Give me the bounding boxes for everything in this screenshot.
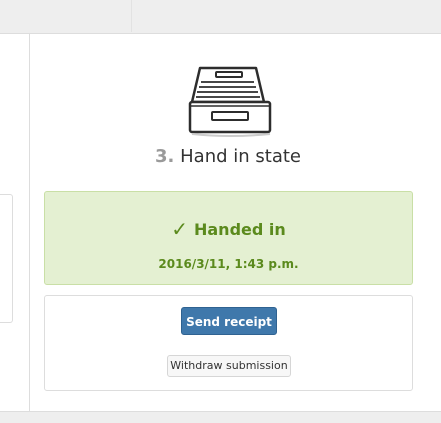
left-panel bbox=[0, 33, 30, 412]
status-line: ✓ Handed in bbox=[45, 216, 412, 241]
state-title: 3. Hand in state bbox=[0, 146, 441, 167]
send-receipt-button[interactable]: Send receipt bbox=[181, 307, 277, 335]
check-icon: ✓ bbox=[171, 217, 188, 241]
status-label: Handed in bbox=[193, 220, 286, 239]
tab-divider bbox=[131, 0, 132, 32]
step-number: 3. bbox=[155, 146, 175, 167]
left-panel-inner-box bbox=[0, 194, 13, 323]
top-strip bbox=[0, 0, 441, 32]
withdraw-submission-button[interactable]: Withdraw submission bbox=[167, 355, 291, 377]
status-box: ✓ Handed in 2016/3/11, 1:43 p.m. bbox=[44, 191, 413, 285]
page: 3. Hand in state ✓ Handed in 2016/3/11, 1… bbox=[0, 0, 441, 423]
status-timestamp: 2016/3/11, 1:43 p.m. bbox=[158, 257, 299, 271]
state-title-text: Hand in state bbox=[180, 146, 301, 167]
document-tray-icon bbox=[188, 66, 272, 137]
actions-box: Send receipt Withdraw submission bbox=[44, 295, 413, 391]
